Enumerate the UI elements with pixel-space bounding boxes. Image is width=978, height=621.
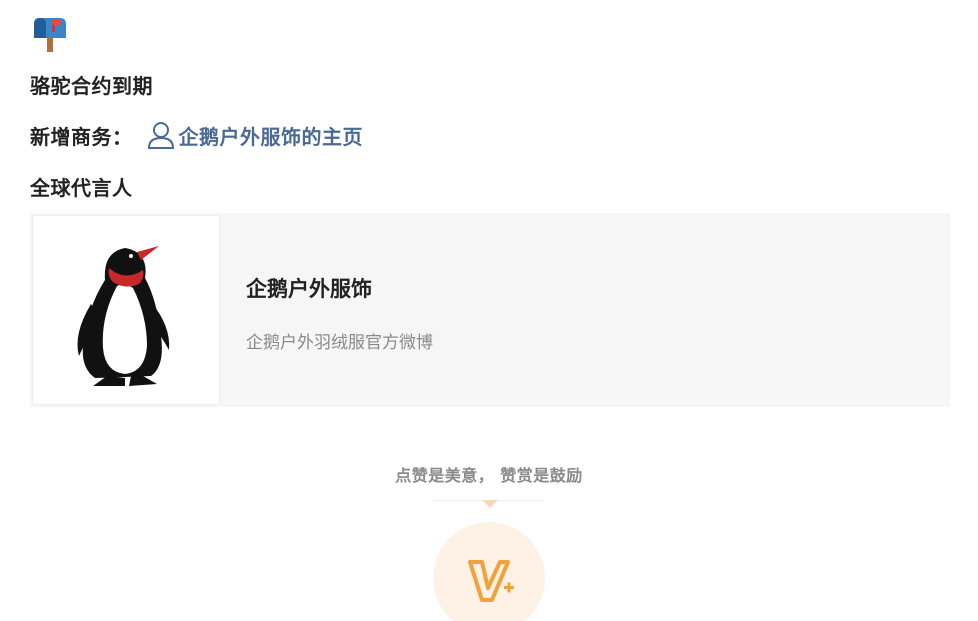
weibo-post: 骆驼合约到期 新增商务： 企鹅户外服饰的主页 全球代言人 企鹅户外服饰 企鹅户外… [0, 0, 978, 621]
pointer-triangle [482, 500, 498, 508]
v-plus-reward-icon [468, 560, 514, 602]
mailbox-icon [34, 18, 66, 52]
post-text-line-3: 全球代言人 [30, 176, 133, 200]
user-icon [147, 122, 174, 149]
card-title: 企鹅户外服饰 [246, 277, 372, 301]
reward-button[interactable] [433, 522, 545, 621]
link-card[interactable]: 企鹅户外服饰 企鹅户外羽绒服官方微博 [30, 213, 950, 407]
post-text-line-1: 骆驼合约到期 [30, 74, 153, 98]
penguin-logo [77, 246, 170, 386]
card-thumbnail [32, 215, 220, 405]
post-text-line-2: 新增商务： 企鹅户外服饰的主页 [30, 120, 363, 150]
homepage-link-label: 企鹅户外服饰的主页 [178, 124, 363, 149]
new-business-label: 新增商务： [30, 124, 133, 149]
reward-prompt: 点赞是美意， 赞赏是鼓励 [395, 466, 583, 485]
card-subtitle: 企鹅户外羽绒服官方微博 [246, 333, 433, 353]
homepage-link[interactable]: 企鹅户外服饰的主页 [147, 120, 364, 150]
